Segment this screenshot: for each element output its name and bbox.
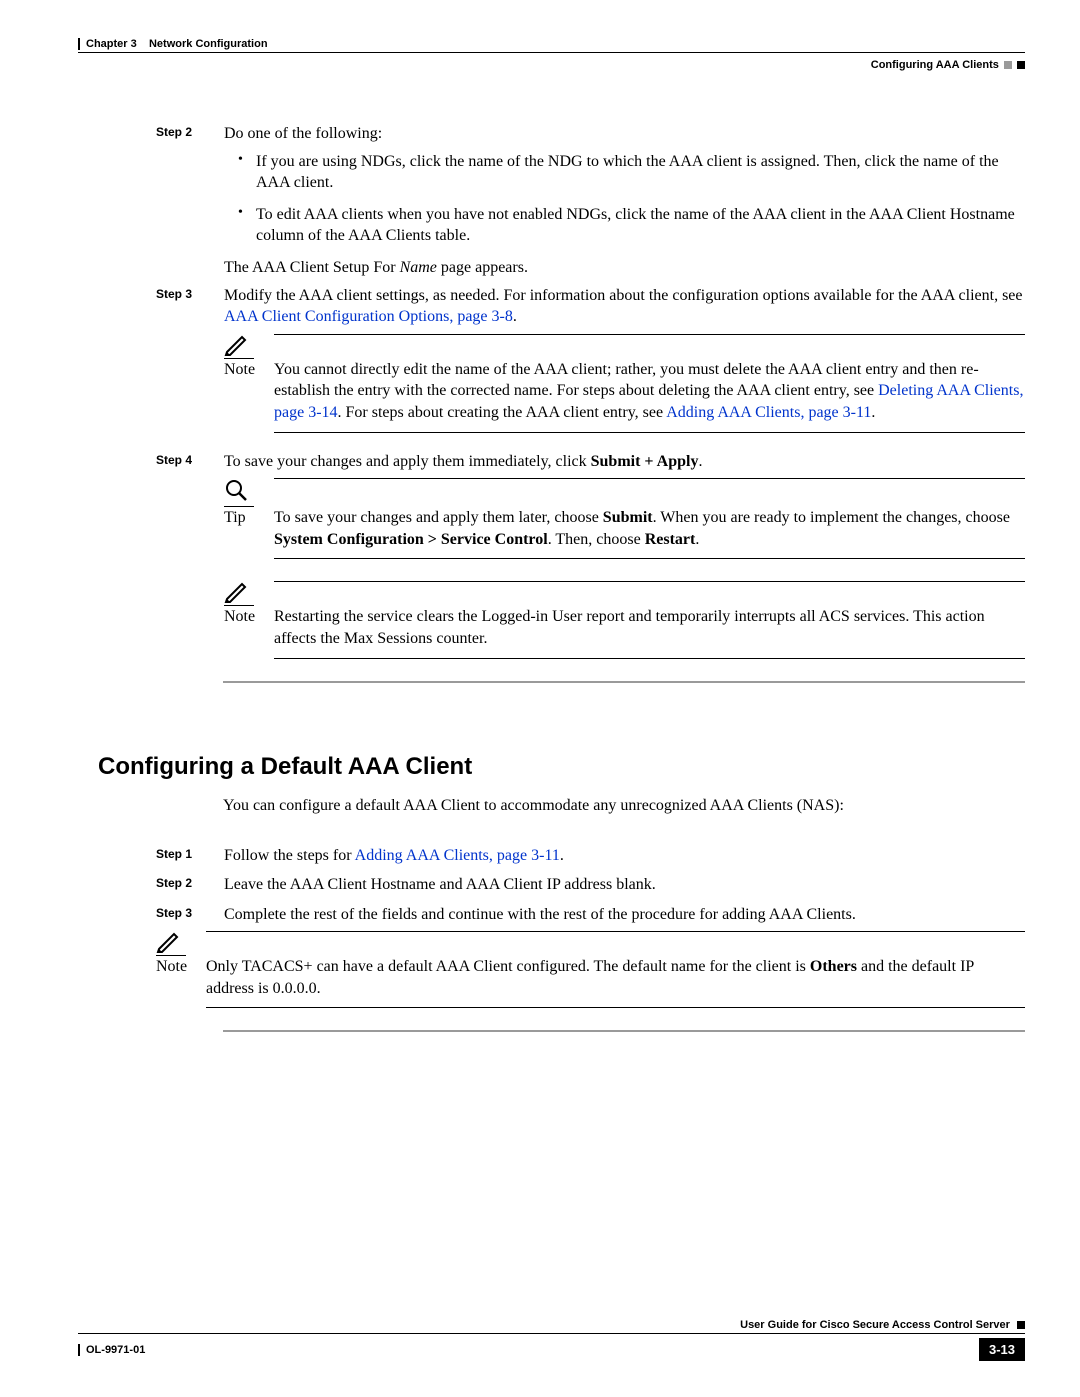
step-text: Modify the AAA client settings, as neede…: [224, 285, 1025, 328]
admon-rule: [274, 478, 1025, 507]
note-label: Note: [224, 359, 274, 433]
step-label: Step 4: [156, 451, 224, 659]
footer-square-icon: [1017, 1321, 1025, 1329]
section-name: Configuring AAA Clients: [871, 59, 999, 71]
step-label: Step 2: [156, 123, 224, 285]
bold-text: Submit: [603, 509, 653, 526]
header-rule: [78, 52, 1025, 53]
text: To save your changes and apply them imme…: [224, 453, 591, 470]
note-admonition: [224, 581, 1025, 606]
note-text: Only TACACS+ can have a default AAA Clie…: [206, 956, 1025, 1008]
list-item: To edit AAA clients when you have not en…: [234, 204, 1025, 247]
bullet-list: If you are using NDGs, click the name of…: [234, 151, 1025, 247]
text: .: [560, 847, 564, 864]
note-admonition: [224, 334, 1025, 359]
procedure-steps: Step 2 Do one of the following: If you a…: [156, 123, 1025, 659]
note-text: Restarting the service clears the Logged…: [274, 606, 1025, 658]
text: Modify the AAA client settings, as neede…: [224, 287, 1023, 304]
footer-row: OL-9971-01 3-13: [78, 1338, 1025, 1361]
pencil-icon: [224, 581, 250, 603]
cross-reference-link[interactable]: AAA Client Configuration Options, page 3…: [224, 308, 513, 325]
note-label: Note: [156, 956, 206, 1008]
page-footer: User Guide for Cisco Secure Access Contr…: [78, 1319, 1025, 1361]
section-divider: [223, 681, 1025, 683]
admon-rule: [274, 581, 1025, 606]
step-intro: Do one of the following:: [224, 123, 1025, 145]
pencil-icon: [224, 334, 250, 356]
running-header: Chapter 3 Network Configuration: [78, 38, 1025, 50]
step-result: The AAA Client Setup For Name page appea…: [224, 257, 1025, 279]
text: .: [698, 453, 702, 470]
note-icon-cell: [224, 334, 274, 359]
header-square-icon: [1004, 61, 1012, 69]
step-body: Leave the AAA Client Hostname and AAA Cl…: [224, 874, 1025, 896]
text: Only TACACS+ can have a default AAA Clie…: [206, 958, 810, 975]
step-body: Follow the steps for Adding AAA Clients,…: [224, 845, 1025, 867]
step-body: Complete the rest of the fields and cont…: [224, 904, 1025, 1009]
admon-rule: [206, 931, 1025, 956]
list-item: If you are using NDGs, click the name of…: [234, 151, 1025, 194]
pencil-icon: [156, 931, 182, 953]
guide-title: User Guide for Cisco Secure Access Contr…: [78, 1319, 1025, 1331]
text: You cannot directly edit the name of the…: [274, 361, 979, 400]
note-icon-cell: [156, 931, 206, 956]
cross-reference-link[interactable]: Adding AAA Clients, page 3-11: [355, 847, 560, 864]
text: The AAA Client Setup For: [224, 259, 400, 276]
bold-text: Restart: [645, 531, 696, 548]
note-text: You cannot directly edit the name of the…: [274, 359, 1025, 433]
bold-text: System Configuration > Service Control: [274, 531, 548, 548]
text: page appears.: [437, 259, 528, 276]
step-label: Step 1: [156, 845, 224, 867]
tip-icon-cell: [224, 478, 274, 507]
step-text: To save your changes and apply them imme…: [224, 451, 1025, 473]
note-icon-cell: [224, 581, 274, 606]
running-header-right: Configuring AAA Clients: [78, 59, 1025, 71]
text: . When you are ready to implement the ch…: [653, 509, 1010, 526]
step-label: Step 2: [156, 874, 224, 896]
section-intro: You can configure a default AAA Client t…: [223, 797, 1025, 815]
tip-label: Tip: [224, 507, 274, 559]
admon-rule: [274, 334, 1025, 359]
text: . Then, choose: [548, 531, 645, 548]
page-number: 3-13: [979, 1338, 1025, 1361]
bold-text: Submit + Apply: [591, 453, 699, 470]
note-admonition: [156, 931, 1025, 956]
text: User Guide for Cisco Secure Access Contr…: [740, 1319, 1010, 1331]
tip-admonition: [224, 478, 1025, 507]
tip-body: Tip To save your changes and apply them …: [224, 507, 1025, 559]
cross-reference-link[interactable]: Adding AAA Clients, page 3-11: [666, 404, 871, 421]
step-body: Modify the AAA client settings, as neede…: [224, 285, 1025, 433]
running-header-left: Chapter 3 Network Configuration: [78, 38, 268, 50]
step-label: Step 3: [156, 285, 224, 433]
chapter-number: Chapter 3: [86, 38, 137, 50]
text: Follow the steps for: [224, 847, 355, 864]
note-body: Note You cannot directly edit the name o…: [224, 359, 1025, 433]
magnifier-icon: [224, 478, 250, 504]
text: .: [695, 531, 699, 548]
tip-text: To save your changes and apply them late…: [274, 507, 1025, 559]
italic-text: Name: [400, 259, 437, 276]
section-heading: Configuring a Default AAA Client: [98, 753, 1025, 781]
text: .: [871, 404, 875, 421]
step-body: To save your changes and apply them imme…: [224, 451, 1025, 659]
text: .: [513, 308, 517, 325]
step-body: Do one of the following: If you are usin…: [224, 123, 1025, 285]
page: Chapter 3 Network Configuration Configur…: [0, 0, 1080, 1397]
doc-number: OL-9971-01: [78, 1344, 145, 1356]
text: . For steps about creating the AAA clien…: [338, 404, 667, 421]
section-divider: [223, 1030, 1025, 1032]
chapter-title: Network Configuration: [149, 38, 268, 50]
procedure-steps: Step 1 Follow the steps for Adding AAA C…: [156, 845, 1025, 1009]
note-body: Note Only TACACS+ can have a default AAA…: [156, 956, 1025, 1008]
text: To save your changes and apply them late…: [274, 509, 603, 526]
footer-rule: [78, 1333, 1025, 1334]
note-body: Note Restarting the service clears the L…: [224, 606, 1025, 658]
bold-text: Others: [810, 958, 857, 975]
page-content: Step 2 Do one of the following: If you a…: [78, 123, 1025, 1032]
step-text: Complete the rest of the fields and cont…: [224, 904, 1025, 926]
header-square-icon: [1017, 61, 1025, 69]
note-label: Note: [224, 606, 274, 658]
